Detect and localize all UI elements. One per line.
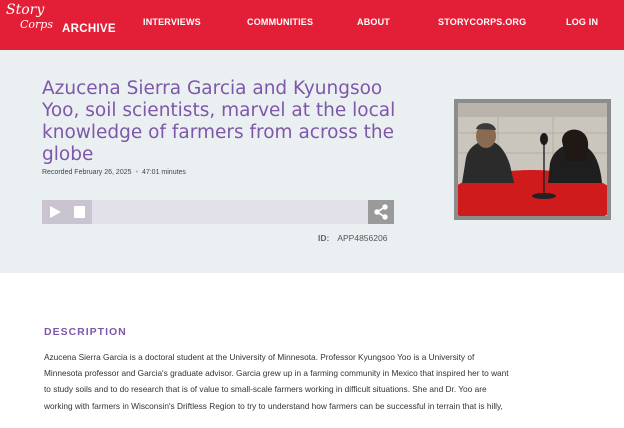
id-label: ID: [318, 233, 330, 243]
logo-script-story: Story [6, 2, 45, 18]
logo-script-corps: Corps [20, 18, 53, 31]
meta-separator: • [135, 169, 138, 176]
storycorps-archive-logo[interactable]: Story Corps ARCHIVE [6, 2, 116, 44]
nav-storycorps-org[interactable]: STORYCORPS.ORG [438, 17, 526, 27]
nav-log-in[interactable]: LOG IN [566, 17, 598, 27]
interview-title: Azucena Sierra Garcia and Kyungsoo Yoo, … [42, 78, 396, 165]
duration: 47:01 minutes [141, 169, 186, 176]
recording-meta: Recorded February 26, 2025 • 47:01 minutes [42, 169, 186, 176]
interview-photo [458, 103, 607, 216]
nav-about[interactable]: ABOUT [357, 17, 390, 27]
nav-interviews[interactable]: INTERVIEWS [143, 17, 201, 27]
audio-progress-bar[interactable] [92, 200, 368, 224]
logo-archive-text: ARCHIVE [62, 23, 116, 35]
recorded-date: Recorded February 26, 2025 [42, 169, 132, 176]
interview-photo-frame [454, 99, 611, 220]
interview-hero: Azucena Sierra Garcia and Kyungsoo Yoo, … [0, 50, 624, 273]
interview-id: ID: APP4856206 [318, 233, 387, 243]
description-heading: DESCRIPTION [44, 326, 127, 338]
stop-icon[interactable] [68, 200, 92, 224]
description-text: Azucena Sierra Garcia is a doctoral stud… [44, 352, 509, 411]
audio-player [42, 200, 394, 224]
share-icon[interactable] [368, 200, 394, 224]
play-icon[interactable] [42, 200, 68, 224]
nav-communities[interactable]: COMMUNITIES [247, 17, 313, 27]
top-navbar: Story Corps ARCHIVE INTERVIEWS COMMUNITI… [0, 0, 624, 50]
id-value: APP4856206 [337, 233, 388, 243]
